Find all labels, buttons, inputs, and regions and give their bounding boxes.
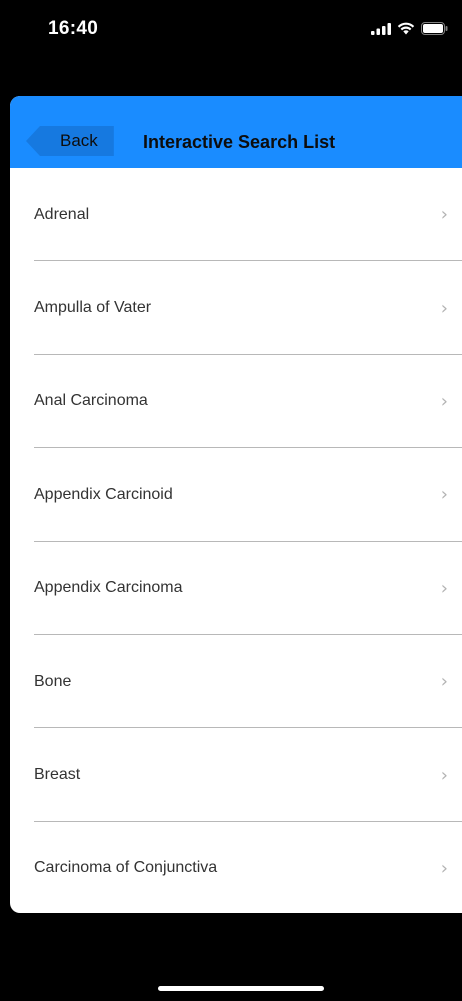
navigation-bar: Back Interactive Search List [10, 96, 462, 168]
list-item[interactable]: Adrenal › [10, 168, 462, 262]
chevron-right-icon: › [440, 297, 448, 319]
list-item-label: Anal Carcinoma [34, 392, 148, 410]
chevron-right-icon: › [440, 204, 448, 226]
list-item[interactable]: Anal Carcinoma › [10, 355, 462, 449]
status-bar: 16:40 [0, 0, 462, 60]
signal-icon [371, 22, 391, 35]
page-title: Interactive Search List [143, 132, 336, 152]
chevron-right-icon: › [440, 857, 448, 879]
battery-icon [421, 22, 448, 35]
list-item[interactable]: Breast › [10, 728, 462, 823]
list-item-label: Appendix Carcinoid [34, 485, 173, 503]
chevron-right-icon: › [440, 577, 448, 599]
modal-sheet: Back Interactive Search List Adrenal › A… [10, 96, 462, 913]
list-item[interactable]: Carcinoma of Conjunctiva › [10, 822, 462, 913]
chevron-right-icon: › [440, 484, 448, 506]
status-time: 16:40 [48, 18, 99, 39]
status-icons [371, 22, 448, 35]
chevron-right-icon: › [440, 671, 448, 693]
list-item[interactable]: Appendix Carcinoid › [10, 448, 462, 542]
list-item-label: Carcinoma of Conjunctiva [34, 859, 218, 877]
back-button[interactable]: Back [26, 126, 114, 156]
search-list: Adrenal › Ampulla of Vater › Anal Carcin… [10, 168, 462, 913]
list-item-label: Adrenal [34, 205, 90, 223]
list-item-label: Bone [34, 672, 72, 690]
back-button-label: Back [60, 131, 98, 150]
list-item[interactable]: Ampulla of Vater › [10, 261, 462, 356]
chevron-right-icon: › [440, 390, 448, 412]
list-item[interactable]: Bone › [10, 635, 462, 729]
list-item-label: Breast [34, 766, 81, 784]
chevron-right-icon: › [440, 764, 448, 786]
list-item-label: Appendix Carcinoma [34, 579, 183, 597]
home-indicator[interactable] [158, 986, 324, 991]
app-screen: 16:40 Back Interactive Search List Adren… [0, 0, 462, 1001]
list-item-label: Ampulla of Vater [34, 299, 152, 317]
wifi-icon [397, 22, 415, 35]
list-item[interactable]: Appendix Carcinoma › [10, 542, 462, 636]
